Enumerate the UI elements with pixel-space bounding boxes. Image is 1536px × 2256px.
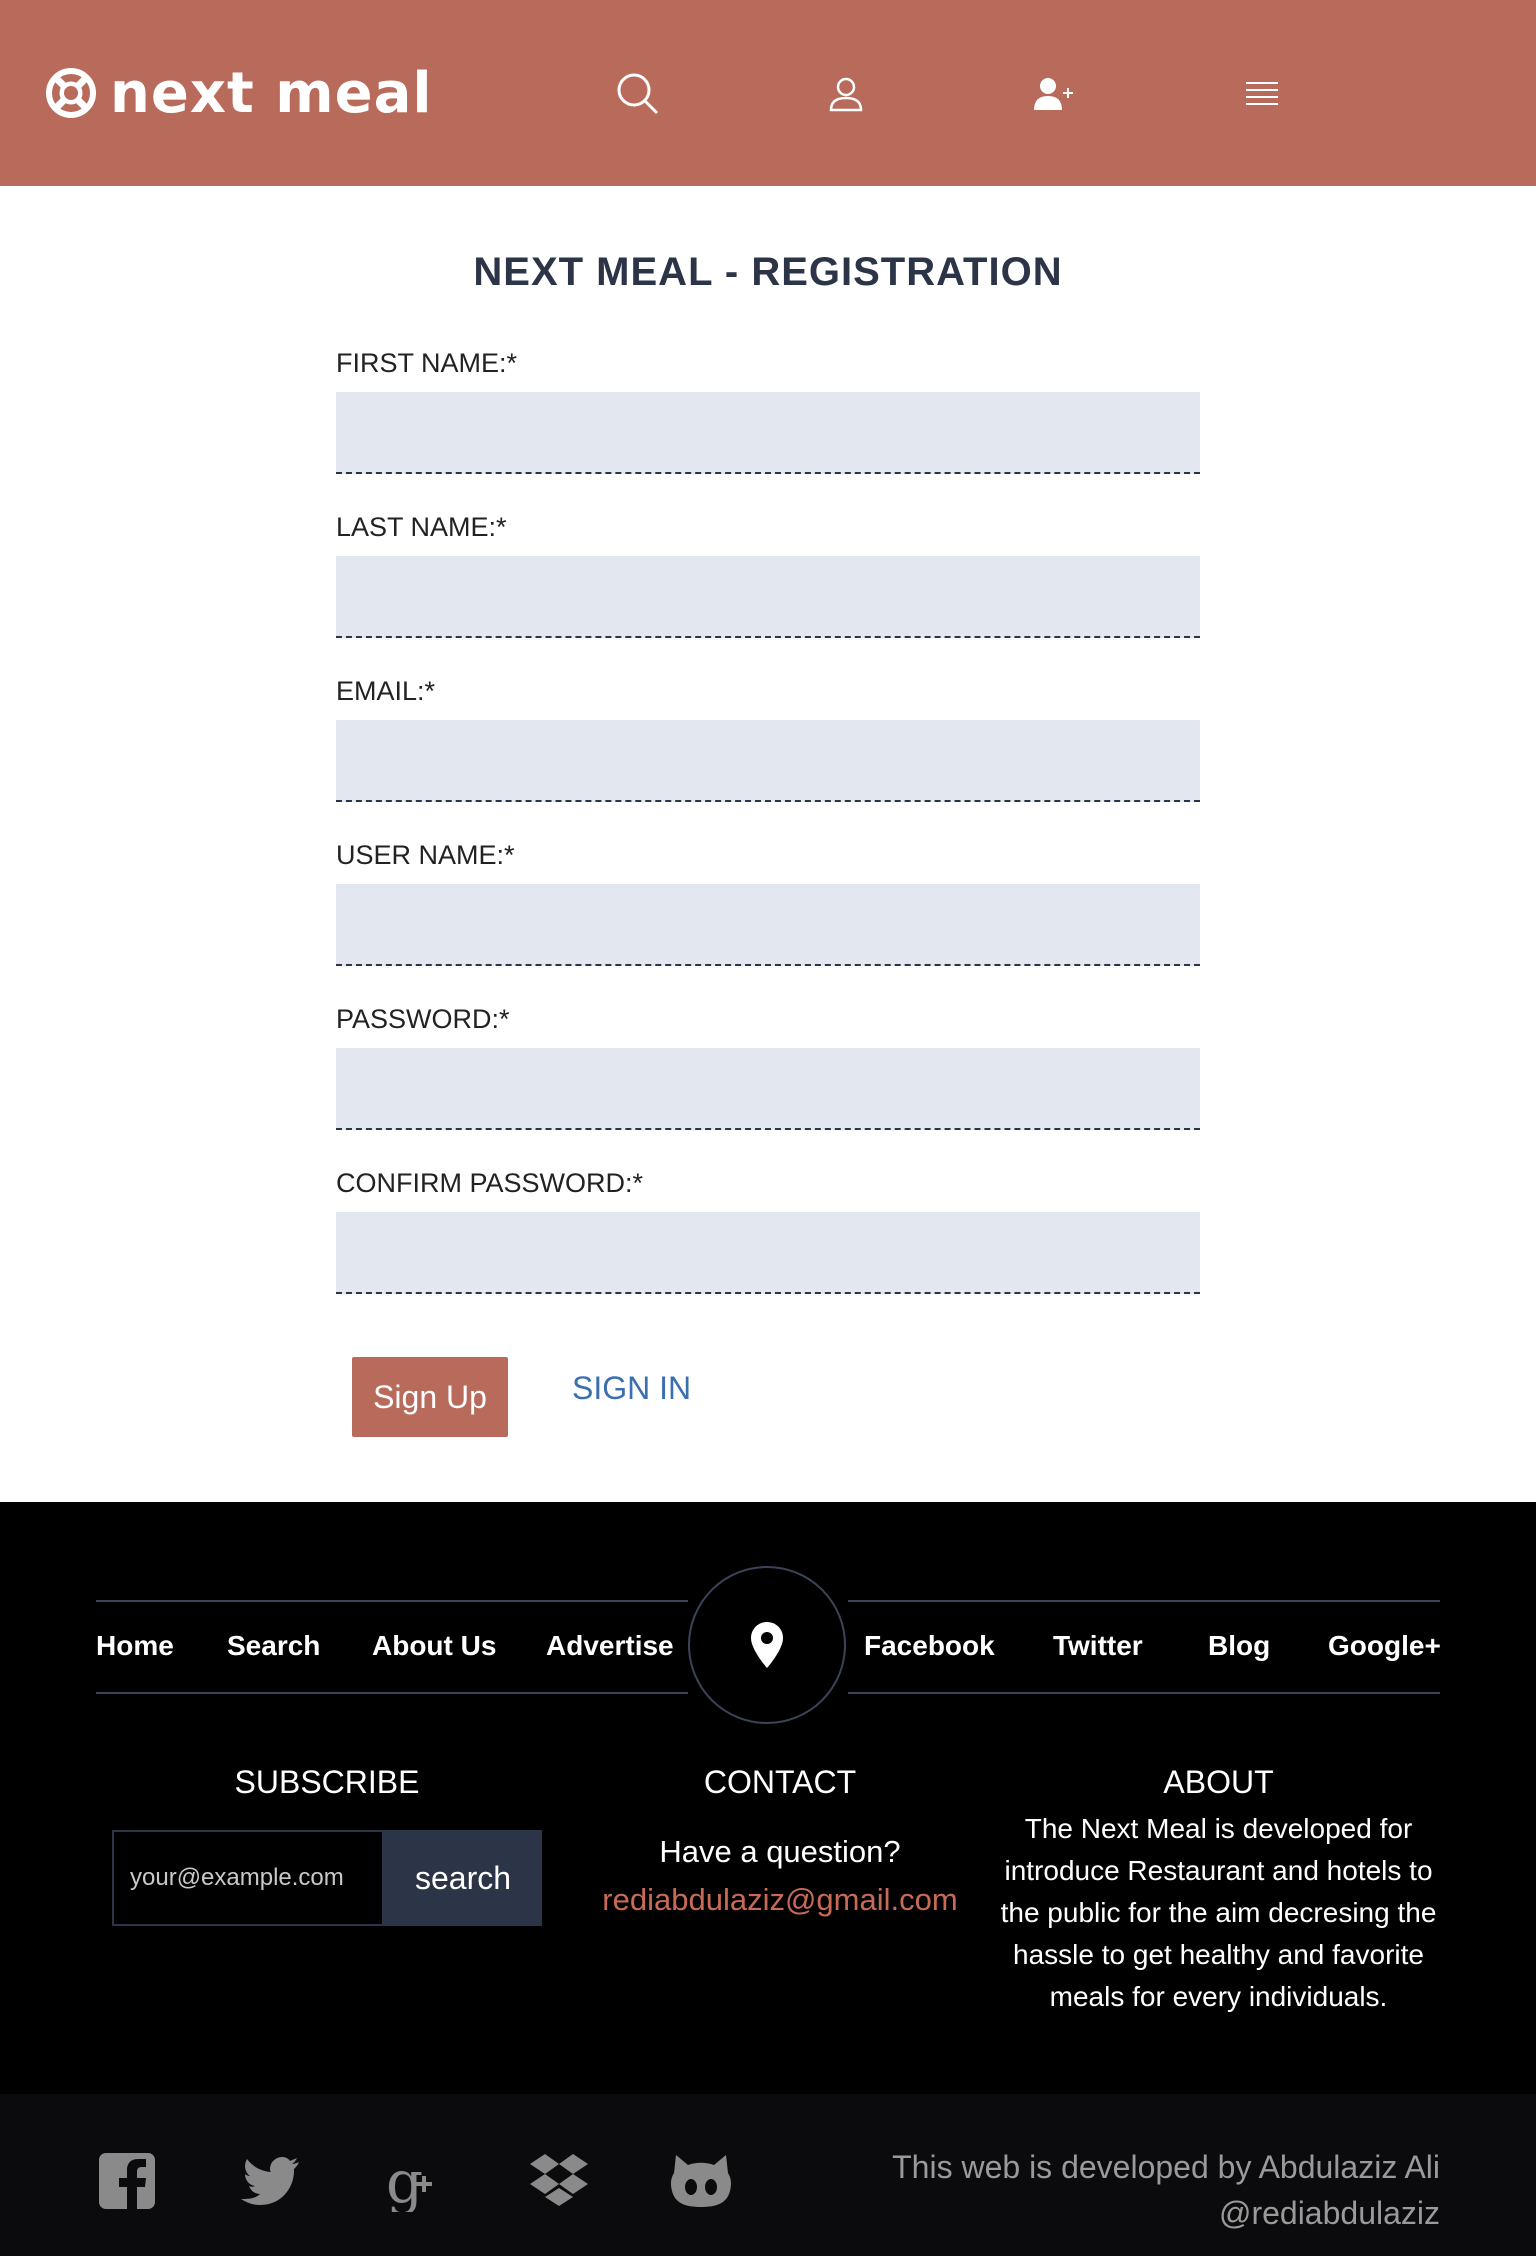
google-plus-icon[interactable]: g <box>384 2150 446 2212</box>
about-text: The Next Meal is developed for introduce… <box>1000 1813 1437 2012</box>
footer-link-about-us[interactable]: About Us <box>372 1630 496 1662</box>
sign-up-button[interactable]: Sign Up <box>352 1357 508 1437</box>
password-label: PASSWORD:* <box>336 1004 510 1034</box>
sign-in-link[interactable]: SIGN IN <box>572 1370 691 1407</box>
top-navbar: next meal <box>0 0 1536 186</box>
credit-line: This web is developed by Abdulaziz Ali <box>892 2149 1440 2185</box>
footer-link-blog[interactable]: Blog <box>1208 1630 1270 1662</box>
brand-logo[interactable]: next meal <box>46 60 433 126</box>
last-name-label: LAST NAME:* <box>336 512 507 542</box>
footer-link-advertise[interactable]: Advertise <box>546 1630 674 1662</box>
footer: Home Search About Us Advertise Facebook … <box>0 1502 1536 2256</box>
svg-text:g: g <box>386 2150 423 2212</box>
subscribe-button[interactable]: search <box>384 1830 542 1926</box>
subscribe-heading: SUBSCRIBE <box>234 1764 420 1800</box>
contact-heading: CONTACT <box>703 1764 857 1800</box>
footer-link-google-plus[interactable]: Google+ <box>1328 1630 1441 1662</box>
footer-link-search[interactable]: Search <box>227 1630 320 1662</box>
menu-icon[interactable] <box>1234 66 1290 122</box>
username-field[interactable] <box>336 884 1200 966</box>
about-heading: ABOUT <box>1163 1764 1274 1800</box>
email-field[interactable] <box>336 720 1200 802</box>
password-field[interactable] <box>336 1048 1200 1130</box>
page-title: NEXT MEAL - REGISTRATION <box>473 250 1063 294</box>
github-icon[interactable] <box>670 2150 732 2212</box>
footer-link-home[interactable]: Home <box>96 1630 174 1662</box>
contact-email-link[interactable]: rediabdulaziz@gmail.com <box>560 1882 1000 1918</box>
search-icon[interactable] <box>610 66 666 122</box>
first-name-label: FIRST NAME:* <box>336 348 518 378</box>
lifebuoy-icon <box>46 68 96 118</box>
email-label: EMAIL:* <box>336 676 436 706</box>
divider <box>96 1692 688 1694</box>
divider <box>848 1600 1440 1602</box>
brand-name: next meal <box>110 60 433 126</box>
last-name-field[interactable] <box>336 556 1200 638</box>
map-pin-icon <box>751 1622 783 1668</box>
first-name-field[interactable] <box>336 392 1200 474</box>
dropbox-icon[interactable] <box>528 2150 590 2212</box>
confirm-password-field[interactable] <box>336 1212 1200 1294</box>
bottom-bar: g This web is developed by Abdulaziz Ali… <box>0 2094 1536 2256</box>
twitter-icon[interactable] <box>240 2150 302 2212</box>
credit-handle[interactable]: @rediabdulaziz <box>892 2190 1440 2236</box>
subscribe-email-input[interactable] <box>112 1830 384 1926</box>
location-badge[interactable] <box>688 1566 846 1724</box>
contact-question: Have a question? <box>659 1834 901 1869</box>
confirm-password-label: CONFIRM PASSWORD:* <box>336 1168 644 1198</box>
footer-link-facebook[interactable]: Facebook <box>864 1630 995 1662</box>
footer-link-twitter[interactable]: Twitter <box>1053 1630 1143 1662</box>
user-icon[interactable] <box>818 66 874 122</box>
divider <box>848 1692 1440 1694</box>
facebook-icon[interactable] <box>96 2150 158 2212</box>
developer-credit: This web is developed by Abdulaziz Ali @… <box>892 2144 1440 2236</box>
add-user-icon[interactable] <box>1026 66 1082 122</box>
username-label: USER NAME:* <box>336 840 515 870</box>
divider <box>96 1600 688 1602</box>
